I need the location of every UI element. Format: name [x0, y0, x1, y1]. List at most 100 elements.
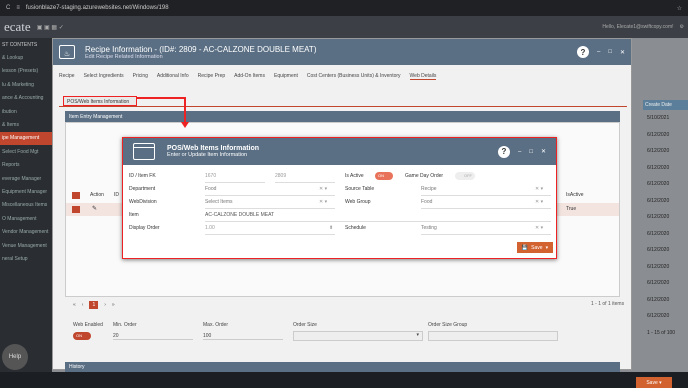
sidebar-item[interactable]: neral Setup	[0, 252, 52, 265]
clear-icon[interactable]: ✕ ▾	[319, 199, 327, 205]
fk-input[interactable]: 2809	[275, 173, 335, 183]
minimize-icon[interactable]: –	[518, 149, 521, 155]
maximize-icon[interactable]: □	[608, 49, 612, 55]
schedule-select[interactable]: Testing	[421, 225, 551, 235]
app-header: ecate ▣ ▣ ▦ ✓ Hello, Elecate1@swiftcopy.…	[0, 16, 688, 38]
sidebar-item[interactable]: ibution	[0, 105, 52, 118]
back-icon[interactable]: C	[6, 5, 10, 11]
sidebar-item[interactable]: Equipment Manager	[0, 185, 52, 198]
min-order-input[interactable]: 20	[113, 333, 193, 340]
user-greeting[interactable]: Hello, Elecate1@swiftcopy.com!	[602, 24, 673, 30]
clear-icon[interactable]: ✕ ▾	[535, 225, 543, 231]
stepper-arrows-icon[interactable]: ⬍	[329, 225, 333, 231]
pos-web-items-button[interactable]: POS/Web Items Information	[63, 96, 137, 106]
settings-icon[interactable]: ⚙	[680, 24, 684, 30]
pager: « ‹ 1 › »	[73, 301, 115, 309]
sidebar-item[interactable]: O Management	[0, 212, 52, 225]
sidebar-item[interactable]: everage Manager	[0, 172, 52, 185]
sidebar-item[interactable]: & Items	[0, 118, 52, 131]
sidebar-item[interactable]: Vendor Management	[0, 225, 52, 238]
tab-recipe-prep[interactable]: Recipe Prep	[198, 73, 226, 80]
sidebar-item[interactable]: lu & Marketing	[0, 78, 52, 91]
date-cell: 6/12/2020	[647, 197, 670, 204]
star-icon[interactable]: ☆	[677, 5, 682, 12]
tab-pricing[interactable]: Pricing	[133, 73, 148, 80]
select-all-checkbox[interactable]	[72, 192, 80, 199]
id-label: ID / Item FK	[129, 173, 156, 179]
clear-icon[interactable]: ✕ ▾	[535, 186, 543, 192]
date-cell: 6/12/2020	[647, 313, 670, 320]
item-label: Item	[129, 212, 139, 218]
isactive-header[interactable]: IsActive	[566, 192, 584, 198]
site-info-icon[interactable]: ≡	[16, 5, 20, 11]
next-page-icon[interactable]: ›	[104, 302, 106, 308]
order-size-group-input[interactable]	[428, 331, 558, 341]
max-order-input[interactable]: 100	[203, 333, 283, 340]
history-header[interactable]: History	[65, 362, 620, 372]
sidebar-item[interactable]: ipe Management	[0, 131, 52, 146]
date-cell: 6/12/2020	[647, 148, 670, 155]
tab-additional-info[interactable]: Additional Info	[157, 73, 189, 80]
sidebar-item[interactable]: Select Food Mgt	[0, 145, 52, 158]
sidebar-item[interactable]: Venue Management	[0, 239, 52, 252]
row-checkbox[interactable]	[72, 206, 80, 213]
sidebar-item[interactable]: Miscellaneous Items	[0, 199, 52, 212]
edit-icon[interactable]: ✎	[92, 205, 97, 212]
highlight-line	[184, 97, 186, 124]
clear-icon[interactable]: ✕ ▾	[535, 199, 543, 205]
pos-web-items-modal: POS/Web Items Information Enter or Updat…	[122, 137, 557, 259]
maximize-icon[interactable]: □	[529, 149, 533, 155]
pos-modal-header: POS/Web Items Information Enter or Updat…	[123, 138, 556, 165]
sidebar-item[interactable]: & Lookup	[0, 51, 52, 64]
display-order-stepper[interactable]: 1.00	[205, 225, 335, 235]
tab-web-details[interactable]: Web Details	[409, 73, 437, 80]
order-size-select[interactable]: ▾	[293, 331, 423, 341]
item-row: Item AC-CALZONE DOUBLE MEAT	[129, 212, 551, 223]
minimize-icon[interactable]: –	[597, 49, 600, 55]
id-row: ID / Item FK 1670 2809 Is Active ON Game…	[129, 172, 549, 184]
web-enabled-toggle[interactable]: ON	[73, 332, 91, 340]
date-cell: 6/12/2020	[647, 164, 670, 171]
max-order-label: Max. Order	[203, 322, 229, 328]
sidebar-item[interactable]: ST CONTENTS	[0, 38, 52, 51]
clear-icon[interactable]: ✕ ▾	[319, 186, 327, 192]
address-bar[interactable]: fusionblaze7-staging.azurewebsites.net/W…	[26, 5, 671, 11]
close-icon[interactable]: ✕	[620, 49, 625, 56]
gameday-toggle[interactable]: OFF	[455, 172, 475, 180]
prev-page-icon[interactable]: ‹	[82, 302, 84, 308]
save-button[interactable]: Save ▾	[636, 377, 672, 388]
tab-cost-centers-business-units-inventory[interactable]: Cost Centers (Business Units) & Inventor…	[307, 73, 401, 80]
page-number[interactable]: 1	[89, 301, 99, 309]
web-group-select[interactable]: Food	[421, 199, 551, 209]
schedule-label: Schedule	[345, 225, 366, 231]
id-input[interactable]: 1670	[205, 173, 265, 183]
date-cell: 6/12/2020	[647, 181, 670, 188]
tab-equipment[interactable]: Equipment	[274, 73, 298, 80]
item-input[interactable]: AC-CALZONE DOUBLE MEAT	[205, 212, 551, 222]
tab-select-ingredients[interactable]: Select Ingredients	[84, 73, 124, 80]
header-icons[interactable]: ▣ ▣ ▦ ✓	[37, 24, 64, 31]
chevron-down-icon: ▾	[545, 244, 549, 251]
sidebar-item[interactable]: Reports	[0, 159, 52, 172]
close-icon[interactable]: ✕	[541, 148, 546, 155]
help-button[interactable]: Help	[2, 344, 28, 370]
tab-recipe[interactable]: Recipe	[59, 73, 75, 80]
sidebar-item[interactable]: lesson (Presets)	[0, 65, 52, 78]
browser-bar: C ≡ fusionblaze7-staging.azurewebsites.n…	[0, 0, 688, 16]
webdivision-select[interactable]: Select Items	[205, 199, 335, 209]
sidebar-item[interactable]: ance & Accounting	[0, 92, 52, 105]
recipe-modal-subtitle: Edit Recipe Related Information	[85, 53, 163, 60]
save-button[interactable]: 💾 Save ▾	[517, 242, 553, 253]
tab-add-on-items[interactable]: Add-On Items	[234, 73, 265, 80]
isactive-toggle[interactable]: ON	[375, 172, 393, 180]
last-page-icon[interactable]: »	[112, 302, 115, 308]
date-cell: 6/12/2020	[647, 214, 670, 221]
department-select[interactable]: Food	[205, 186, 335, 196]
pos-modal-title: POS/Web Items Information	[167, 145, 260, 152]
help-icon[interactable]: ?	[577, 46, 589, 58]
first-page-icon[interactable]: «	[73, 302, 76, 308]
help-icon[interactable]: ?	[498, 145, 510, 158]
create-date-header[interactable]: Create Date	[643, 100, 688, 110]
source-table-select[interactable]: Recipe	[421, 186, 551, 196]
pager-summary: 1 - 15 of 100	[647, 329, 676, 336]
